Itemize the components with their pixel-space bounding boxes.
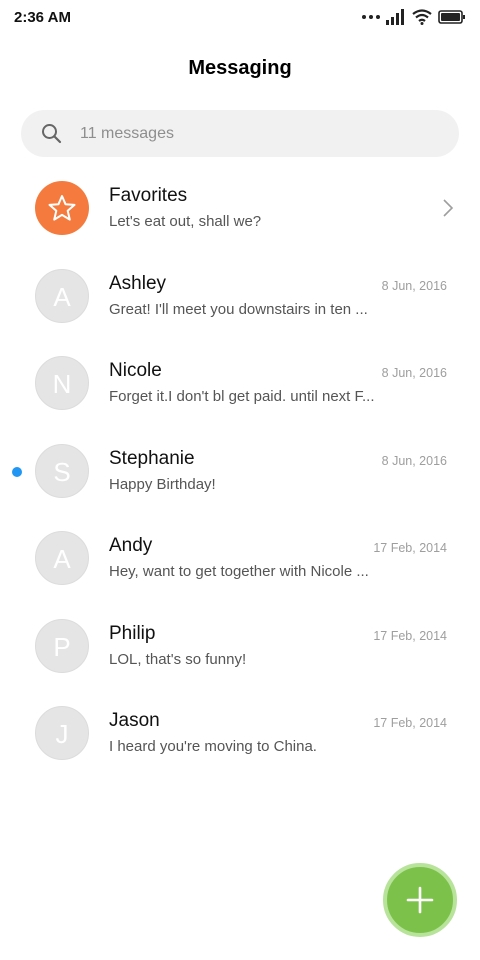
more-dots-icon xyxy=(362,15,380,19)
conversation-row-favorites[interactable]: Favorites Let's eat out, shall we? xyxy=(0,166,480,254)
contact-name: Ashley xyxy=(109,272,167,294)
timestamp: 8 Jun, 2016 xyxy=(381,366,447,380)
conversation-row-jason[interactable]: J Jason 17 Feb, 2014 I heard you're movi… xyxy=(0,691,480,779)
avatar: J xyxy=(35,706,89,760)
timestamp: 8 Jun, 2016 xyxy=(381,453,447,468)
message-preview: Forget it.I don't bl get paid. until nex… xyxy=(109,388,375,405)
timestamp: 17 Feb, 2014 xyxy=(373,716,447,730)
battery-icon xyxy=(438,10,465,24)
conversation-row-nicole[interactable]: N Nicole 8 Jun, 2016 Forget it.I don't b… xyxy=(0,341,480,429)
contact-name: Jason xyxy=(109,710,160,731)
conversation-row-stephanie[interactable]: S Stephanie 8 Jun, 2016 Happy Birthday! xyxy=(0,429,480,517)
search-input[interactable] xyxy=(80,110,440,157)
search-bar[interactable] xyxy=(21,110,459,157)
status-bar: 2:36 AM xyxy=(0,0,480,34)
star-icon xyxy=(48,195,76,221)
contact-name: Nicole xyxy=(109,360,162,381)
search-icon xyxy=(42,124,62,144)
conversation-row-andy[interactable]: A Andy 17 Feb, 2014 Hey, want to get tog… xyxy=(0,516,480,604)
contact-name: Philip xyxy=(109,622,156,644)
chevron-right-icon xyxy=(443,199,454,217)
timestamp: 8 Jun, 2016 xyxy=(381,278,447,293)
avatar: S xyxy=(35,443,89,498)
timestamp: 17 Feb, 2014 xyxy=(373,541,447,555)
new-message-button[interactable] xyxy=(383,863,457,937)
message-preview: I heard you're moving to China. xyxy=(109,738,317,755)
conversation-list: Favorites Let's eat out, shall we? A Ash… xyxy=(0,166,480,779)
message-preview: Great! I'll meet you downstairs in ten .… xyxy=(109,300,368,318)
status-icons xyxy=(362,8,466,26)
status-time: 2:36 AM xyxy=(14,9,71,26)
message-preview: Happy Birthday! xyxy=(109,475,216,493)
contact-name: Andy xyxy=(109,535,153,556)
messaging-screen: 2:36 AM Messaging 11 messages Favorites … xyxy=(0,0,480,960)
signal-icon xyxy=(386,9,404,25)
wifi-icon xyxy=(412,9,432,25)
page-title: Messaging xyxy=(188,57,292,79)
message-preview: LOL, that's so funny! xyxy=(109,650,247,668)
favorites-avatar xyxy=(35,181,89,235)
message-preview: Hey, want to get together with Nicole ..… xyxy=(109,563,369,580)
avatar: A xyxy=(35,268,89,323)
avatar: N xyxy=(35,356,89,410)
message-preview: Let's eat out, shall we? xyxy=(109,213,262,230)
contact-name: Favorites xyxy=(109,185,188,206)
timestamp: 17 Feb, 2014 xyxy=(373,628,447,643)
contact-name: Stephanie xyxy=(109,447,195,469)
avatar: A xyxy=(35,531,89,585)
avatar: P xyxy=(35,618,89,673)
conversation-row-ashley[interactable]: A Ashley 8 Jun, 2016 Great! I'll meet yo… xyxy=(0,254,480,342)
conversation-row-philip[interactable]: P Philip 17 Feb, 2014 LOL, that's so fun… xyxy=(0,604,480,692)
unread-indicator xyxy=(12,466,22,477)
plus-icon xyxy=(406,886,434,914)
